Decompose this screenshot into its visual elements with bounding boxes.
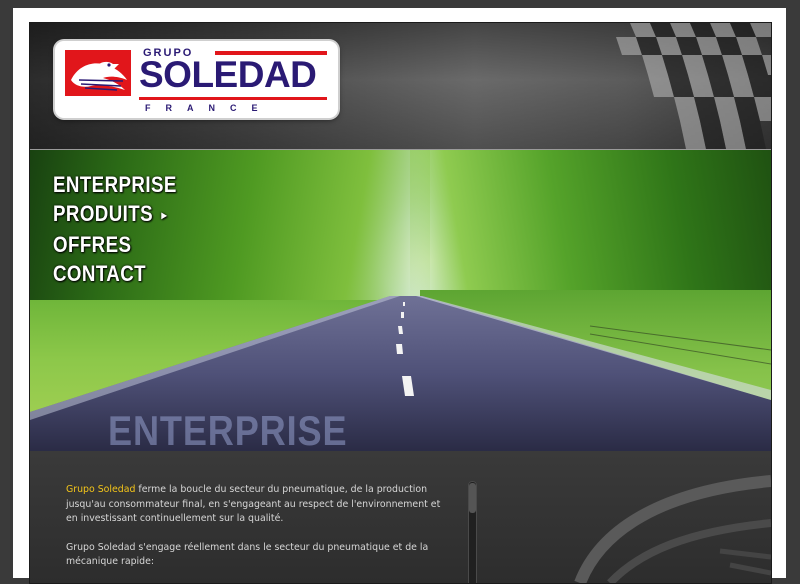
hero-banner: ENTERPRISE ENTERPRISE PRODUITS ▸ OFFRES C… bbox=[30, 149, 771, 453]
scrollbar-thumb[interactable] bbox=[469, 483, 476, 513]
logo-france-text: FRANCE bbox=[145, 103, 273, 113]
content-text: Grupo Soledad ferme la boucle du secteur… bbox=[66, 483, 452, 583]
checkered-flag-decoration bbox=[616, 23, 771, 149]
grupo-soledad-logo[interactable]: GRUPO SOLEDAD FRANCE bbox=[55, 41, 338, 118]
eagle-swoosh-decoration bbox=[574, 475, 771, 583]
submenu-arrow-icon: ▸ bbox=[161, 207, 168, 222]
content-paragraph-1: Grupo Soledad ferme la boucle du secteur… bbox=[66, 483, 452, 527]
nav-item-offres[interactable]: OFFRES bbox=[53, 230, 177, 259]
nav-item-contact[interactable]: CONTACT bbox=[53, 259, 177, 288]
site-frame: GRUPO SOLEDAD FRANCE ENTERPRISE ENTERPRI… bbox=[29, 22, 772, 584]
main-nav: ENTERPRISE PRODUITS ▸ OFFRES CONTACT bbox=[53, 170, 199, 288]
content-panel: Grupo Soledad ferme la boucle du secteur… bbox=[30, 451, 771, 583]
nav-item-produits[interactable]: PRODUITS ▸ bbox=[53, 199, 177, 230]
content-paragraph-2: Grupo Soledad s'engage réellement dans l… bbox=[66, 541, 429, 568]
hero-section-title: ENTERPRISE bbox=[108, 407, 348, 453]
nav-item-enterprise[interactable]: ENTERPRISE bbox=[53, 170, 177, 199]
logo-soledad-text: SOLEDAD bbox=[139, 54, 317, 95]
header: GRUPO SOLEDAD FRANCE bbox=[30, 23, 771, 149]
nav-item-produits-label: PRODUITS bbox=[53, 201, 154, 226]
eagle-emblem-icon bbox=[65, 50, 131, 96]
company-name-highlight: Grupo Soledad bbox=[66, 484, 136, 495]
logo-red-underline bbox=[139, 97, 327, 100]
page: GRUPO SOLEDAD FRANCE ENTERPRISE ENTERPRI… bbox=[13, 8, 786, 584]
content-scrollbar[interactable] bbox=[468, 481, 477, 583]
